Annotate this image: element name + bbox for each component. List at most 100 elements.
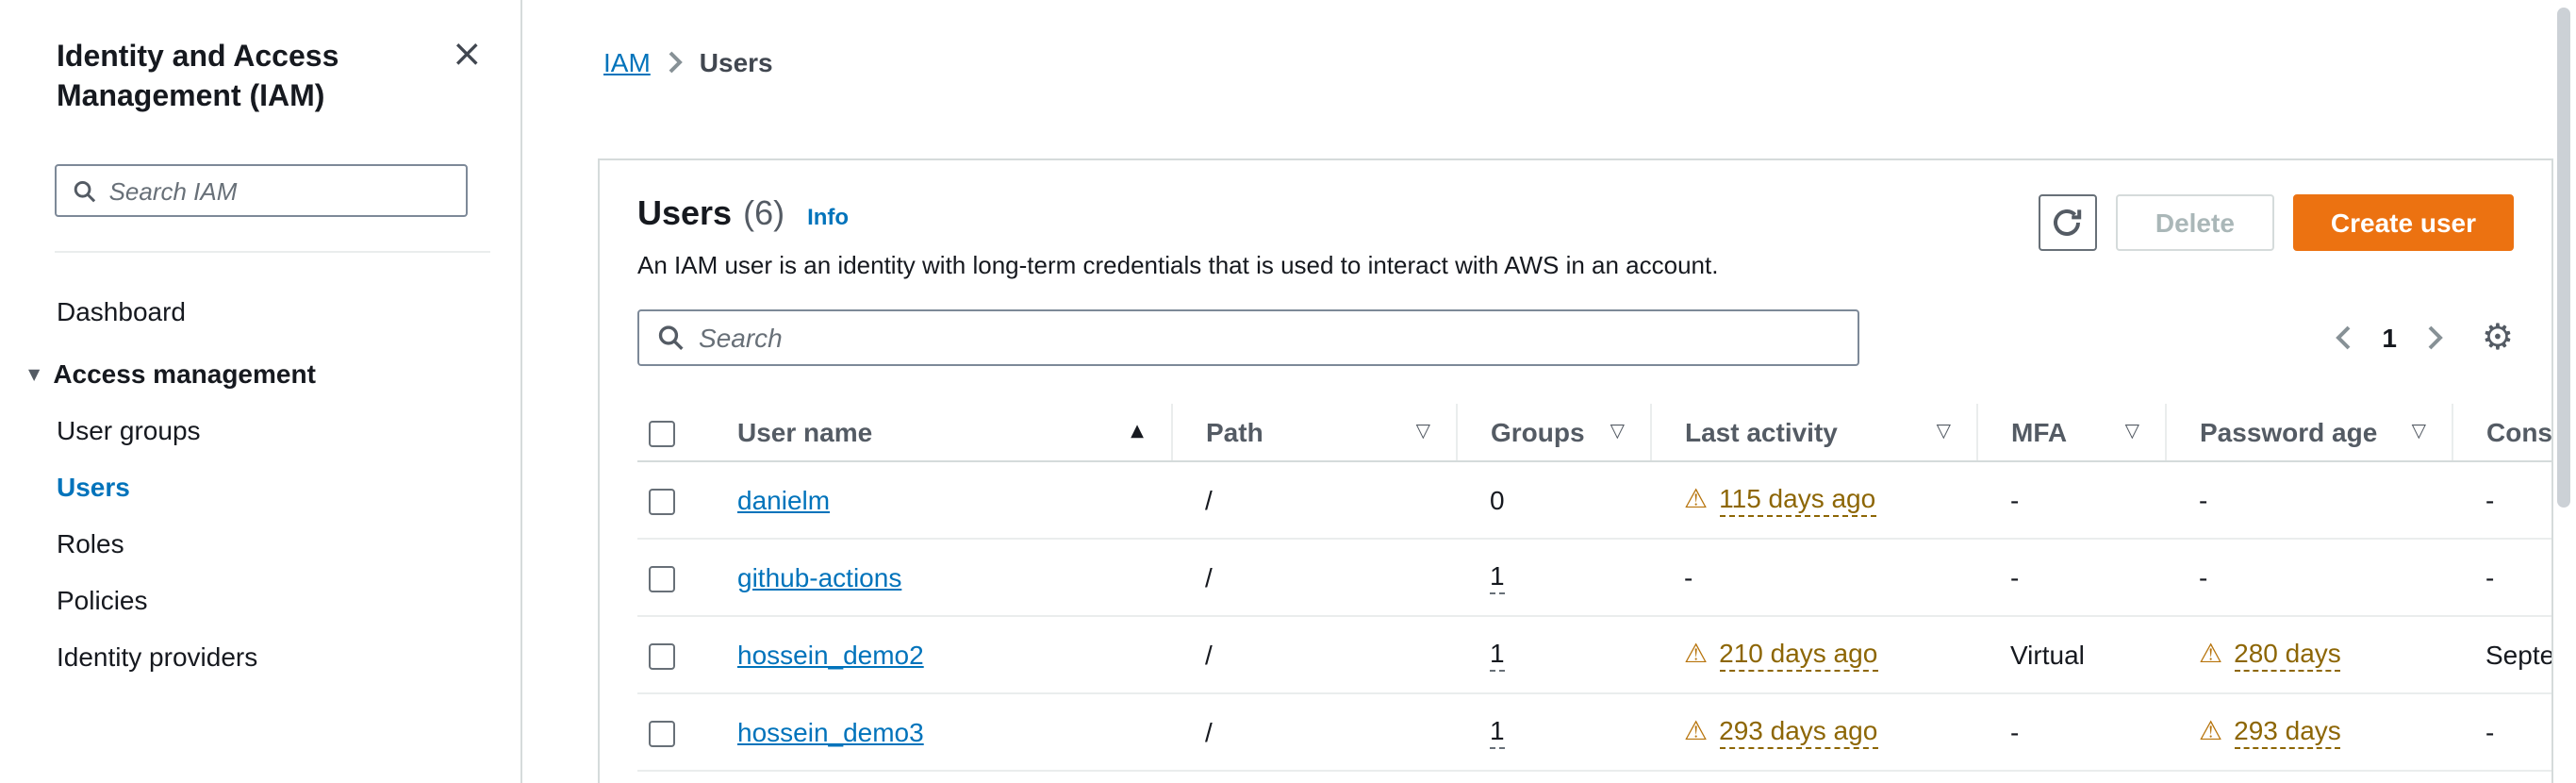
mfa-value: - bbox=[2010, 561, 2020, 591]
refresh-icon bbox=[2054, 209, 2083, 236]
column-header-last-activity[interactable]: Last activity ▽ bbox=[1649, 404, 1976, 461]
sidebar-item-user-groups[interactable]: User groups bbox=[0, 402, 520, 458]
select-all-checkbox[interactable] bbox=[649, 420, 675, 447]
password-age-value[interactable]: 280 days bbox=[2234, 637, 2341, 671]
users-search[interactable] bbox=[637, 309, 1859, 366]
sidebar: Identity and Access Management (IAM) × D… bbox=[0, 0, 522, 783]
filter-icon[interactable]: ▽ bbox=[1416, 422, 1430, 442]
page-description: An IAM user is an identity with long-ter… bbox=[637, 251, 1719, 279]
settings-gear-icon[interactable]: ⚙ bbox=[2482, 319, 2514, 356]
column-header-user-name[interactable]: User name ▲ bbox=[703, 404, 1171, 461]
groups-count[interactable]: 1 bbox=[1490, 637, 1505, 671]
panel-header-left: Users (6) Info An IAM user is an identit… bbox=[637, 194, 1718, 279]
password-age-value: - bbox=[2199, 561, 2208, 591]
row-checkbox[interactable] bbox=[649, 642, 675, 670]
console-sign-in-value: - bbox=[2485, 484, 2495, 514]
password-age-warning: ⚠ 280 days bbox=[2199, 637, 2341, 671]
pagination: 1 bbox=[2335, 323, 2444, 353]
panel-header: Users (6) Info An IAM user is an identit… bbox=[637, 194, 2514, 279]
column-label: Groups bbox=[1491, 416, 1585, 447]
row-checkbox[interactable] bbox=[649, 720, 675, 747]
previous-page-button[interactable] bbox=[2335, 325, 2352, 351]
table-header-row: User name ▲ Path ▽ Groups ▽ Last activit… bbox=[637, 404, 2552, 461]
warning-icon: ⚠ bbox=[1684, 716, 1709, 746]
sidebar-search-input[interactable] bbox=[108, 176, 449, 205]
console-sign-in-value: - bbox=[2485, 716, 2495, 746]
column-label: Password age bbox=[2200, 416, 2378, 447]
column-header-mfa[interactable]: MFA ▽ bbox=[1975, 404, 2165, 461]
refresh-button[interactable] bbox=[2038, 194, 2097, 251]
chevron-right-icon bbox=[669, 51, 683, 74]
search-icon bbox=[74, 179, 96, 202]
delete-button[interactable]: Delete bbox=[2115, 194, 2274, 251]
path-value: / bbox=[1205, 561, 1213, 591]
sidebar-title: Identity and Access Management (IAM) bbox=[57, 42, 339, 113]
mfa-value: Virtual bbox=[2010, 639, 2085, 669]
column-header-groups[interactable]: Groups ▽ bbox=[1455, 404, 1650, 461]
breadcrumb-iam-link[interactable]: IAM bbox=[603, 47, 651, 77]
filter-icon[interactable]: ▽ bbox=[1937, 422, 1951, 442]
filter-icon[interactable]: ▽ bbox=[2412, 422, 2426, 442]
table-row: hossein_demo3 / 1 ⚠ 293 days ago - ⚠ 293 d… bbox=[637, 692, 2551, 771]
info-link[interactable]: Info bbox=[807, 204, 849, 230]
user-count: (6) bbox=[743, 194, 785, 232]
path-value: / bbox=[1205, 484, 1213, 514]
breadcrumb-current: Users bbox=[699, 47, 773, 77]
next-page-button[interactable] bbox=[2427, 325, 2444, 351]
user-link[interactable]: danielm bbox=[737, 484, 830, 514]
users-search-input[interactable] bbox=[699, 323, 1839, 353]
user-link[interactable]: hossein_demo3 bbox=[737, 716, 924, 746]
scrollbar-thumb[interactable] bbox=[2557, 8, 2570, 508]
sidebar-item-dashboard[interactable]: Dashboard bbox=[0, 283, 520, 340]
search-icon bbox=[658, 325, 684, 351]
column-header-path[interactable]: Path ▽ bbox=[1170, 404, 1456, 461]
sidebar-search[interactable] bbox=[55, 164, 468, 217]
last-activity-warning: ⚠ 293 days ago bbox=[1684, 714, 1878, 748]
filter-icon[interactable]: ▽ bbox=[1610, 422, 1625, 442]
current-page-number[interactable]: 1 bbox=[2374, 323, 2404, 353]
last-activity-value[interactable]: 210 days ago bbox=[1719, 637, 1878, 671]
panel-actions: Delete Create user bbox=[2038, 194, 2514, 251]
row-checkbox[interactable] bbox=[649, 488, 675, 515]
sidebar-item-users[interactable]: Users bbox=[0, 458, 520, 515]
sidebar-header: Identity and Access Management (IAM) × bbox=[0, 0, 520, 117]
last-activity-value[interactable]: 293 days ago bbox=[1719, 714, 1878, 748]
row-checkbox[interactable] bbox=[649, 565, 675, 592]
table-toolbar: 1 ⚙ bbox=[637, 309, 2514, 366]
filter-icon[interactable]: ▽ bbox=[2125, 422, 2139, 442]
last-activity-warning: ⚠ 115 days ago bbox=[1684, 482, 1876, 516]
column-header-password-age[interactable]: Password age ▽ bbox=[2164, 404, 2452, 461]
sidebar-item-identity-providers[interactable]: Identity providers bbox=[0, 628, 520, 685]
sort-ascending-icon[interactable]: ▲ bbox=[1131, 423, 1144, 441]
chevron-down-icon: ▼ bbox=[28, 365, 41, 382]
password-age-value[interactable]: 293 days bbox=[2234, 714, 2341, 748]
groups-count[interactable]: 1 bbox=[1490, 559, 1505, 593]
iam-console: Identity and Access Management (IAM) × D… bbox=[0, 0, 2576, 783]
groups-count: 0 bbox=[1490, 484, 1505, 514]
mfa-value: - bbox=[2010, 716, 2020, 746]
warning-icon: ⚠ bbox=[1684, 484, 1709, 514]
last-activity-value[interactable]: 115 days ago bbox=[1719, 482, 1876, 516]
user-link[interactable]: hossein_demo2 bbox=[737, 639, 924, 669]
column-label: Console last sign-in bbox=[2486, 416, 2552, 447]
sidebar-item-policies[interactable]: Policies bbox=[0, 572, 520, 628]
table-row: danielm / 0 ⚠ 115 days ago - - - bbox=[637, 460, 2551, 539]
mfa-value: - bbox=[2010, 484, 2020, 514]
groups-count[interactable]: 1 bbox=[1490, 714, 1505, 748]
column-header-console-last-sign-in[interactable]: Console last sign-in bbox=[2451, 404, 2552, 461]
user-link[interactable]: github-actions bbox=[737, 561, 901, 591]
console-sign-in-value: September bbox=[2485, 639, 2553, 669]
last-activity-value: - bbox=[1684, 561, 1693, 591]
page-title: Users bbox=[637, 194, 733, 232]
console-sign-in-value: - bbox=[2485, 561, 2495, 591]
password-age-value: - bbox=[2199, 484, 2208, 514]
sidebar-section-access-management[interactable]: ▼ Access management bbox=[0, 340, 520, 402]
scrollbar bbox=[2555, 0, 2572, 783]
warning-icon: ⚠ bbox=[2199, 639, 2223, 669]
create-user-button[interactable]: Create user bbox=[2292, 194, 2514, 251]
sidebar-item-roles[interactable]: Roles bbox=[0, 515, 520, 572]
close-icon[interactable]: × bbox=[451, 34, 483, 72]
column-label: User name bbox=[737, 416, 873, 447]
warning-icon: ⚠ bbox=[2199, 716, 2223, 746]
column-label: Last activity bbox=[1685, 416, 1838, 447]
